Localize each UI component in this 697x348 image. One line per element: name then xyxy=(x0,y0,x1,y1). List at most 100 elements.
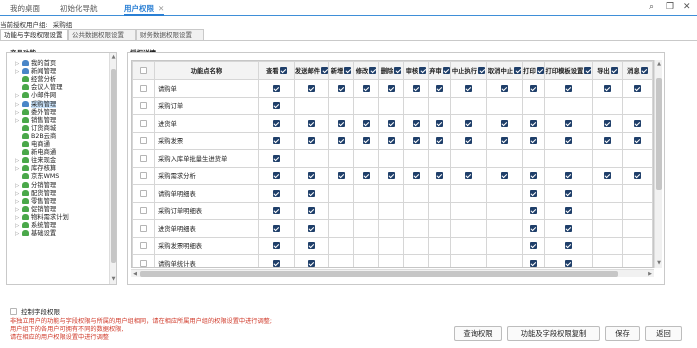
scroll-left-icon[interactable]: ◀ xyxy=(131,270,139,278)
permission-checkbox[interactable] xyxy=(272,242,280,249)
grid-vertical-thumb[interactable] xyxy=(656,78,662,190)
expand-arrow-icon[interactable]: ▷ xyxy=(15,206,22,214)
permission-checkbox[interactable] xyxy=(362,84,370,92)
permission-checkbox[interactable] xyxy=(362,137,370,144)
back-button[interactable]: 返回 xyxy=(645,326,682,341)
permission-checkbox[interactable] xyxy=(529,119,537,127)
close-icon[interactable]: ✕ xyxy=(158,4,164,13)
tree-item[interactable]: ▷ 采购管理 xyxy=(15,100,57,109)
permission-checkbox[interactable] xyxy=(387,172,395,179)
permission-checkbox[interactable] xyxy=(337,84,345,92)
column-select-checkbox[interactable] xyxy=(610,67,618,74)
permission-checkbox[interactable] xyxy=(603,84,611,92)
column-select-checkbox[interactable] xyxy=(369,67,377,74)
scroll-down-icon[interactable]: ▼ xyxy=(110,276,116,282)
permission-checkbox[interactable] xyxy=(272,172,280,179)
expand-arrow-icon[interactable]: ▷ xyxy=(15,182,22,190)
tree-item[interactable]: ▷ 系统管理 xyxy=(15,222,56,230)
tree-item[interactable]: ▷ 往来现金 xyxy=(15,157,56,165)
scroll-right-icon[interactable]: ▶ xyxy=(646,270,654,278)
permission-checkbox[interactable] xyxy=(307,189,315,197)
permission-checkbox[interactable] xyxy=(272,259,280,267)
permission-checkbox[interactable] xyxy=(564,259,572,267)
permission-checkbox[interactable] xyxy=(633,84,641,92)
subtab-function-field[interactable]: 功能与字段权限设置 xyxy=(0,29,68,40)
tree-item[interactable]: 订货商城 xyxy=(15,124,56,133)
permission-checkbox[interactable] xyxy=(272,137,280,144)
column-select-checkbox[interactable] xyxy=(536,67,544,74)
permission-checkbox[interactable] xyxy=(272,102,280,109)
control-field-permission[interactable]: 控制字段权限 xyxy=(10,306,60,316)
tree-item[interactable]: ▷ 基础设置 xyxy=(15,230,56,238)
permission-checkbox[interactable] xyxy=(387,84,395,92)
tree-item[interactable]: ▷ 零售管理 xyxy=(15,197,56,206)
control-field-checkbox[interactable] xyxy=(10,308,17,315)
permission-checkbox[interactable] xyxy=(603,119,611,127)
permission-checkbox[interactable] xyxy=(337,172,345,179)
permission-checkbox[interactable] xyxy=(435,137,443,144)
expand-arrow-icon[interactable]: ▷ xyxy=(15,117,22,125)
permission-checkbox[interactable] xyxy=(464,172,472,179)
expand-arrow-icon[interactable]: ▷ xyxy=(15,101,22,109)
permission-checkbox[interactable] xyxy=(633,137,641,144)
tree-item[interactable]: ▷ 促销管理 xyxy=(15,205,56,214)
expand-arrow-icon[interactable]: ▷ xyxy=(15,222,22,230)
permission-checkbox[interactable] xyxy=(307,137,315,144)
permission-checkbox[interactable] xyxy=(272,84,280,92)
grid-vertical-scrollbar[interactable]: ▲ ▼ xyxy=(654,60,662,268)
permission-checkbox[interactable] xyxy=(307,207,315,214)
permission-checkbox[interactable] xyxy=(564,189,572,197)
query-permissions-button[interactable]: 查询权限 xyxy=(454,326,502,341)
copy-permissions-button[interactable]: 功能及字段权限复制 xyxy=(507,326,600,341)
permission-checkbox[interactable] xyxy=(529,84,537,92)
permission-checkbox[interactable] xyxy=(362,119,370,127)
tree-item[interactable]: B2B云商 xyxy=(15,132,56,141)
restore-icon[interactable]: ❐ xyxy=(666,2,674,12)
row-select-checkbox[interactable] xyxy=(139,154,147,162)
permission-checkbox[interactable] xyxy=(633,119,641,127)
tree-item[interactable]: 新电商通 xyxy=(15,149,56,157)
expand-arrow-icon[interactable]: ▷ xyxy=(15,60,22,68)
row-select-checkbox[interactable] xyxy=(139,207,147,214)
permission-checkbox[interactable] xyxy=(464,119,472,127)
row-select-checkbox[interactable] xyxy=(139,102,147,109)
tab-init-nav[interactable]: 初始化导航 xyxy=(60,3,98,16)
expand-arrow-icon[interactable]: ▷ xyxy=(15,68,22,76)
permission-checkbox[interactable] xyxy=(337,119,345,127)
column-select-checkbox[interactable] xyxy=(640,67,648,74)
row-select-checkbox[interactable] xyxy=(139,189,147,197)
permission-checkbox[interactable] xyxy=(387,119,395,127)
permission-checkbox[interactable] xyxy=(272,154,280,162)
row-select-checkbox[interactable] xyxy=(139,242,147,249)
permission-checkbox[interactable] xyxy=(529,207,537,214)
expand-arrow-icon[interactable]: ▷ xyxy=(15,165,22,173)
permission-checkbox[interactable] xyxy=(435,172,443,179)
column-select-checkbox[interactable] xyxy=(419,67,427,74)
scroll-up-icon[interactable]: ▲ xyxy=(110,54,116,60)
column-select-checkbox[interactable] xyxy=(344,67,352,74)
permission-checkbox[interactable] xyxy=(412,84,420,92)
permission-checkbox[interactable] xyxy=(529,242,537,249)
subtab-finance-data[interactable]: 财务数据权限设置 xyxy=(136,29,204,40)
tree-item[interactable]: 电商通 xyxy=(15,141,50,149)
tab-my-desktop[interactable]: 我的桌面 xyxy=(10,3,40,16)
grid-horizontal-scrollbar[interactable]: ◀ ▶ xyxy=(131,269,654,277)
tree-item[interactable]: ▷ 委外管理 xyxy=(15,108,56,117)
row-select-checkbox[interactable] xyxy=(139,259,147,267)
tree-item[interactable]: 京东WMS xyxy=(15,173,59,181)
permission-checkbox[interactable] xyxy=(500,84,508,92)
column-select-checkbox[interactable] xyxy=(321,67,328,74)
permission-checkbox[interactable] xyxy=(272,224,280,232)
expand-arrow-icon[interactable]: ▷ xyxy=(15,92,22,100)
subtab-public-data[interactable]: 公共数据权限设置 xyxy=(68,29,136,40)
permission-checkbox[interactable] xyxy=(307,84,315,92)
permission-checkbox[interactable] xyxy=(272,207,280,214)
permission-checkbox[interactable] xyxy=(387,137,395,144)
permission-checkbox[interactable] xyxy=(272,119,280,127)
expand-arrow-icon[interactable]: ▷ xyxy=(15,157,22,165)
permission-checkbox[interactable] xyxy=(529,224,537,232)
row-select-checkbox[interactable] xyxy=(139,137,147,144)
permission-checkbox[interactable] xyxy=(464,84,472,92)
expand-arrow-icon[interactable]: ▷ xyxy=(15,109,22,117)
select-all-checkbox[interactable] xyxy=(139,66,147,74)
